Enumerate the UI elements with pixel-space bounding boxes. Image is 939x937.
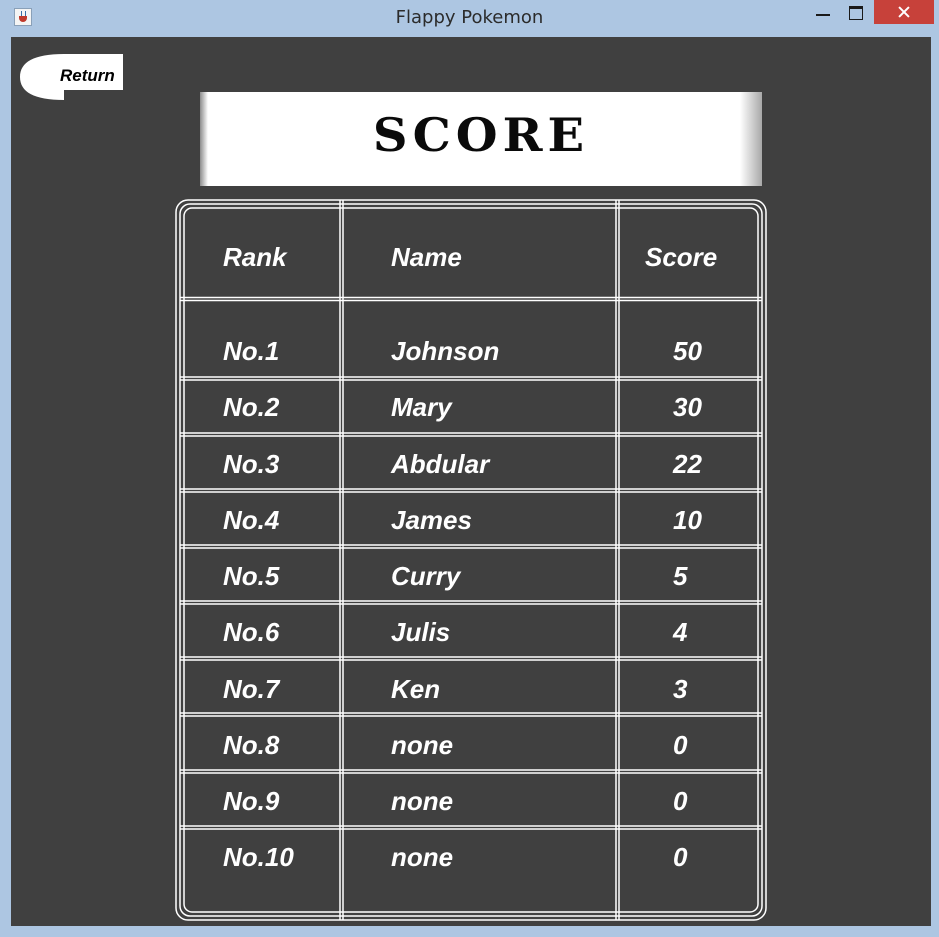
row-name: Ken bbox=[391, 674, 441, 704]
header-name: Name bbox=[391, 242, 462, 272]
header-rank: Rank bbox=[223, 242, 287, 272]
leaderboard-table: Rank Name Score No.1 Johnson 50 No.2 Mar… bbox=[175, 199, 767, 921]
close-button[interactable] bbox=[874, 0, 934, 24]
row-name: none bbox=[391, 842, 454, 872]
app-window: Flappy Pokemon Return SCORE Rank Name Sc… bbox=[0, 0, 939, 937]
row-score: 0 bbox=[673, 842, 688, 872]
row-rank: No.4 bbox=[223, 505, 280, 535]
row-name: Julis bbox=[391, 617, 451, 647]
row-name: Curry bbox=[391, 561, 461, 591]
row-score: 4 bbox=[673, 617, 688, 647]
return-label: Return bbox=[60, 66, 115, 85]
title-bar[interactable]: Flappy Pokemon bbox=[0, 0, 939, 34]
row-name: Mary bbox=[391, 392, 452, 422]
row-name: Johnson bbox=[391, 336, 500, 366]
row-score: 3 bbox=[673, 674, 688, 704]
row-score: 0 bbox=[673, 786, 688, 816]
score-banner: SCORE bbox=[200, 92, 762, 186]
return-button[interactable]: Return bbox=[20, 54, 123, 100]
maximize-button[interactable] bbox=[840, 0, 872, 24]
row-name: none bbox=[391, 730, 454, 760]
row-name: James bbox=[391, 505, 472, 535]
row-score: 30 bbox=[673, 392, 702, 422]
row-name: none bbox=[391, 786, 454, 816]
row-rank: No.10 bbox=[223, 842, 294, 872]
row-rank: No.3 bbox=[223, 449, 280, 479]
header-score: Score bbox=[645, 242, 718, 272]
row-score: 50 bbox=[673, 336, 702, 366]
row-name: Abdular bbox=[391, 449, 490, 479]
row-score: 5 bbox=[673, 561, 688, 591]
row-rank: No.1 bbox=[223, 336, 280, 366]
minimize-button[interactable] bbox=[808, 0, 838, 24]
row-rank: No.2 bbox=[223, 392, 280, 422]
row-rank: No.6 bbox=[223, 617, 280, 647]
row-rank: No.9 bbox=[223, 786, 280, 816]
row-score: 0 bbox=[673, 730, 688, 760]
row-score: 10 bbox=[673, 505, 702, 535]
row-score: 22 bbox=[673, 449, 702, 479]
score-heading: SCORE bbox=[372, 109, 590, 163]
row-rank: No.7 bbox=[223, 674, 280, 704]
row-rank: No.8 bbox=[223, 730, 280, 760]
window-title: Flappy Pokemon bbox=[395, 7, 544, 28]
row-rank: No.5 bbox=[223, 561, 280, 591]
